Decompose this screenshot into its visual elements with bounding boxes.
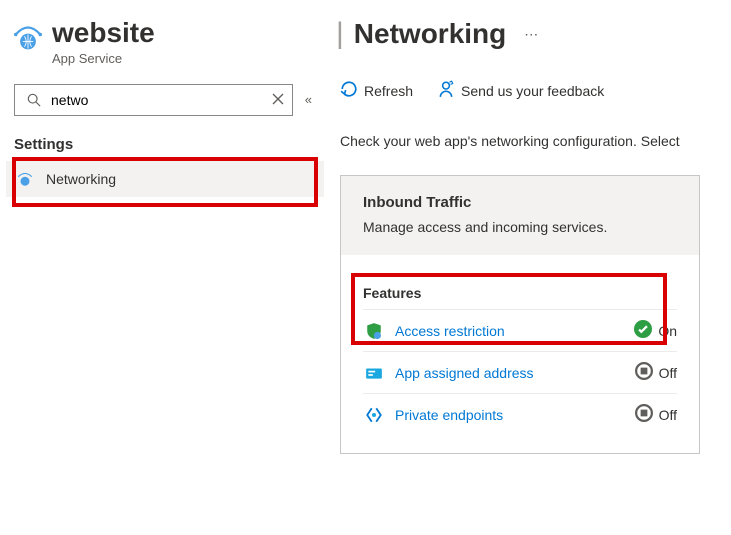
address-icon — [363, 364, 385, 382]
clear-search-icon[interactable] — [272, 92, 284, 108]
refresh-icon — [340, 80, 358, 101]
card-title: Inbound Traffic — [363, 194, 677, 211]
resource-name: website — [52, 18, 155, 49]
shield-icon — [363, 322, 385, 340]
status-off-icon — [635, 362, 653, 383]
search-icon — [23, 93, 45, 107]
resource-header: website App Service — [14, 18, 316, 66]
status-off-icon — [635, 404, 653, 425]
inbound-traffic-card: Inbound Traffic Manage access and incomi… — [340, 175, 700, 454]
blade-title: Networking — [354, 18, 506, 50]
feature-row-app-assigned-address: App assigned address Off — [363, 351, 677, 393]
feature-link-private-endpoints[interactable]: Private endpoints — [395, 407, 625, 423]
refresh-button[interactable]: Refresh — [340, 80, 413, 101]
divider: | — [336, 19, 344, 49]
sidebar-item-label: Networking — [46, 171, 116, 187]
collapse-sidebar-icon[interactable]: « — [301, 92, 316, 107]
feedback-button[interactable]: Send us your feedback — [437, 80, 604, 101]
resource-type: App Service — [52, 51, 155, 66]
sidebar-section-settings: Settings — [14, 136, 316, 153]
networking-icon — [14, 170, 36, 188]
feature-state: Off — [659, 407, 677, 423]
feature-row-private-endpoints: Private endpoints Off — [363, 393, 677, 435]
more-actions-icon[interactable]: ⋯ — [516, 26, 540, 43]
feature-link-app-assigned-address[interactable]: App assigned address — [395, 365, 625, 381]
command-bar: Refresh Send us your feedback — [336, 80, 731, 121]
feature-state: Off — [659, 365, 677, 381]
blade-description: Check your web app's networking configur… — [336, 121, 731, 149]
endpoints-icon — [363, 406, 385, 424]
feature-row-access-restriction: Access restriction On — [363, 309, 677, 351]
features-label: Features — [363, 285, 677, 301]
card-subtitle: Manage access and incoming services. — [363, 219, 677, 235]
feature-link-access-restriction[interactable]: Access restriction — [395, 323, 624, 339]
feature-state: On — [658, 323, 677, 339]
app-service-icon — [14, 24, 42, 55]
status-on-icon — [634, 320, 652, 341]
refresh-label: Refresh — [364, 83, 413, 99]
sidebar-item-networking[interactable]: Networking — [6, 161, 324, 197]
feedback-label: Send us your feedback — [461, 83, 604, 99]
feedback-icon — [437, 80, 455, 101]
sidebar-search[interactable] — [14, 84, 293, 116]
sidebar-search-input[interactable] — [45, 92, 272, 108]
